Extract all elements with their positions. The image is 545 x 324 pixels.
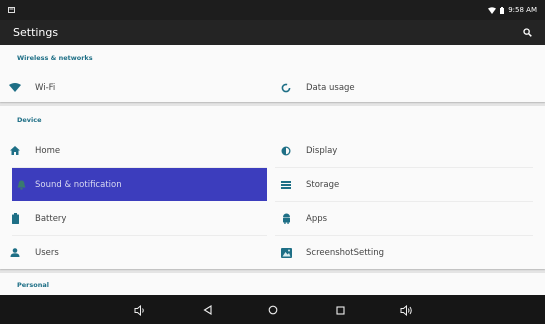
section-wireless: Wireless & networks Wi-Fi Data usage — [0, 45, 545, 102]
app-bar: Settings — [0, 20, 545, 45]
section-title-device: Device — [17, 116, 42, 124]
android-icon — [271, 213, 301, 224]
setting-label: Storage — [306, 179, 340, 190]
page-title: Settings — [13, 26, 59, 39]
setting-label: Apps — [306, 213, 328, 224]
setting-home[interactable]: Home — [0, 134, 267, 167]
setting-label: Home — [35, 145, 61, 156]
home-icon[interactable] — [265, 302, 281, 318]
setting-label: Wi-Fi — [35, 82, 56, 93]
battery-icon — [0, 213, 30, 224]
setting-screenshot[interactable]: ScreenshotSetting — [271, 236, 541, 269]
volume-down-icon[interactable] — [132, 302, 148, 318]
setting-label: ScreenshotSetting — [306, 247, 385, 258]
screenshot-icon — [271, 247, 301, 258]
wifi-icon — [488, 6, 497, 14]
setting-label: Data usage — [306, 82, 355, 93]
status-bar: 9:58 AM — [0, 0, 545, 20]
setting-label: Sound & notification — [35, 179, 122, 190]
data-usage-icon — [271, 83, 301, 93]
wifi-icon — [0, 83, 30, 92]
section-personal: Personal — [0, 273, 545, 295]
setting-label: Battery — [35, 213, 67, 224]
bell-icon — [12, 180, 30, 190]
setting-label: Users — [35, 247, 59, 258]
storage-icon — [271, 180, 301, 189]
battery-icon — [500, 6, 505, 14]
back-icon[interactable] — [199, 302, 215, 318]
search-icon[interactable] — [523, 28, 532, 37]
setting-data-usage[interactable]: Data usage — [271, 71, 541, 104]
brightness-icon — [271, 146, 301, 156]
home-icon — [0, 146, 30, 155]
setting-sound-notification[interactable]: Sound & notification — [12, 168, 267, 201]
section-device: Device Home Display Sound & notification — [0, 106, 545, 269]
settings-list: Wireless & networks Wi-Fi Data usage Dev… — [0, 45, 545, 295]
user-icon — [0, 248, 30, 257]
volume-up-icon[interactable] — [398, 302, 414, 318]
setting-users[interactable]: Users — [0, 236, 267, 269]
recents-icon[interactable] — [332, 302, 348, 318]
setting-apps[interactable]: Apps — [271, 202, 541, 235]
setting-wifi[interactable]: Wi-Fi — [0, 71, 267, 104]
setting-storage[interactable]: Storage — [271, 168, 541, 201]
navigation-bar — [0, 295, 545, 324]
status-right: 9:58 AM — [488, 6, 537, 14]
status-time: 9:58 AM — [508, 6, 537, 14]
setting-display[interactable]: Display — [271, 134, 541, 167]
section-title-wireless: Wireless & networks — [17, 54, 93, 62]
setting-label: Display — [306, 145, 338, 156]
section-title-personal: Personal — [17, 281, 49, 289]
setting-battery[interactable]: Battery — [0, 202, 267, 235]
notification-icon — [8, 7, 15, 13]
